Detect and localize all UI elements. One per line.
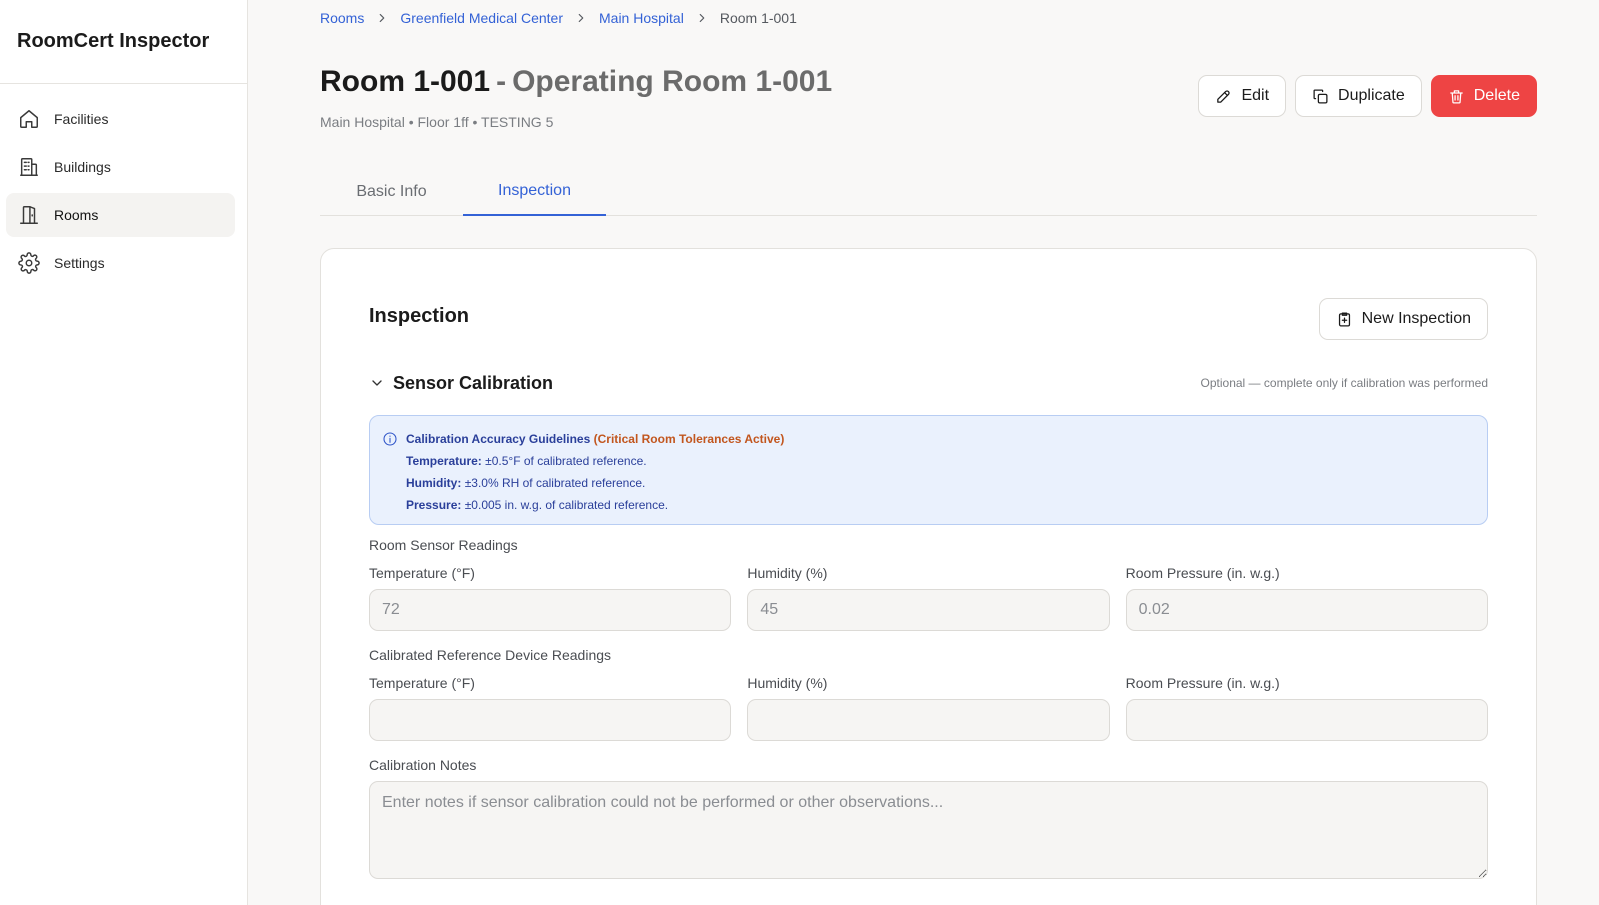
room-pressure-input[interactable]: [1125, 589, 1488, 631]
door-icon: [20, 206, 38, 224]
guideline-humidity: Humidity: ±3.0% RH of calibrated referen…: [406, 472, 1473, 494]
header-actions: Edit Duplicate Delete: [1198, 75, 1537, 117]
ref-humidity-field: Humidity (%): [747, 675, 1110, 741]
field-label: Temperature (°F): [369, 565, 475, 581]
chevron-right-icon: [578, 13, 584, 23]
edit-button[interactable]: Edit: [1198, 75, 1287, 117]
building-icon: [20, 158, 38, 176]
guideline-label: Pressure:: [406, 498, 462, 512]
section-title: Sensor Calibration: [393, 372, 554, 393]
delete-label: Delete: [1473, 87, 1520, 104]
guideline-text: ±0.005 in. w.g. of calibrated reference.: [464, 498, 669, 512]
breadcrumb-current: Room 1-001: [719, 10, 797, 26]
sidebar-item-settings[interactable]: Settings: [6, 241, 235, 285]
sidebar-item-facilities[interactable]: Facilities: [6, 97, 235, 141]
section-hint: Optional — complete only if calibration …: [1200, 376, 1488, 390]
field-label: Room Pressure (in. w.g.): [1125, 565, 1280, 581]
guideline-text: ±0.5°F of calibrated reference.: [485, 454, 647, 468]
reference-humidity-input[interactable]: [747, 699, 1110, 741]
sensor-calibration-header: Sensor Calibration Optional — complete o…: [369, 371, 1488, 395]
inspection-title: Inspection: [369, 305, 470, 327]
guideline-text: ±3.0% RH of calibrated reference.: [464, 476, 646, 490]
field-label: Humidity (%): [747, 675, 828, 691]
room-humidity-input[interactable]: [747, 589, 1110, 631]
chevron-right-icon: [699, 13, 705, 23]
field-label: Room Pressure (in. w.g.): [1125, 675, 1280, 691]
guidelines-heading: Calibration Accuracy Guidelines (Critica…: [406, 428, 1473, 450]
info-icon: [383, 432, 397, 446]
tab-bar: Basic Info Inspection: [320, 168, 1537, 216]
title-separator: -: [496, 65, 507, 98]
field-label: Temperature (°F): [369, 675, 475, 691]
guideline-label: Humidity:: [406, 476, 462, 490]
main-content: Rooms Greenfield Medical Center Main Hos…: [248, 0, 1599, 905]
reference-temperature-input[interactable]: [369, 699, 732, 741]
critical-badge: (Critical Room Tolerances Active): [593, 432, 785, 446]
sidebar-item-buildings[interactable]: Buildings: [6, 145, 235, 189]
page-title: Room 1-001- Operating Room 1-001: [320, 64, 832, 100]
field-label: Humidity (%): [747, 565, 828, 581]
gear-icon: [18, 252, 40, 274]
ref-pressure-field: Room Pressure (in. w.g.): [1125, 675, 1488, 741]
calibration-guidelines: Calibration Accuracy Guidelines (Critica…: [369, 415, 1488, 525]
breadcrumb-facility[interactable]: Greenfield Medical Center: [400, 10, 563, 26]
edit-label: Edit: [1241, 87, 1270, 104]
room-name: Operating Room 1-001: [512, 65, 833, 98]
reference-readings-grid: Temperature (°F) Humidity (%) Room Press…: [369, 675, 1488, 741]
sidebar-item-label: Settings: [54, 255, 105, 271]
reference-pressure-input[interactable]: [1125, 699, 1488, 741]
sidebar-item-label: Buildings: [54, 159, 111, 175]
sidebar: RoomCert Inspector Facilities Buildings …: [0, 0, 248, 905]
guideline-label: Temperature:: [406, 454, 482, 468]
room-code: Room 1-001: [320, 65, 491, 98]
breadcrumb: Rooms Greenfield Medical Center Main Hos…: [320, 9, 797, 27]
sidebar-item-rooms[interactable]: Rooms: [6, 193, 235, 237]
inspection-card: Inspection New Inspection Sensor Calibra…: [320, 248, 1537, 905]
ref-temp-field: Temperature (°F): [369, 675, 732, 741]
guidelines-title: Calibration Accuracy Guidelines: [406, 432, 591, 446]
duplicate-button[interactable]: Duplicate: [1295, 75, 1422, 117]
duplicate-label: Duplicate: [1338, 87, 1405, 104]
clipboard-plus-icon: [1338, 311, 1350, 327]
room-pressure-field: Room Pressure (in. w.g.): [1125, 565, 1488, 631]
breadcrumb-rooms[interactable]: Rooms: [320, 10, 364, 26]
copy-icon: [1313, 88, 1328, 104]
sidebar-nav: Facilities Buildings Rooms Settings: [0, 84, 247, 285]
new-inspection-button[interactable]: New Inspection: [1318, 298, 1488, 340]
chevron-down-icon[interactable]: [369, 375, 385, 391]
tab-inspection[interactable]: Inspection: [463, 168, 606, 216]
room-readings-grid: Temperature (°F) Humidity (%) Room Press…: [369, 565, 1488, 631]
chevron-right-icon: [380, 13, 385, 23]
guideline-pressure: Pressure: ±0.005 in. w.g. of calibrated …: [406, 494, 1473, 516]
app-title: RoomCert Inspector: [0, 0, 247, 84]
room-subtitle: Main Hospital • Floor 1ff • TESTING 5: [320, 114, 554, 130]
new-inspection-label: New Inspection: [1361, 310, 1471, 327]
calibration-notes-textarea[interactable]: [369, 781, 1488, 879]
delete-button[interactable]: Delete: [1430, 75, 1537, 117]
room-temperature-input[interactable]: [369, 589, 732, 631]
reference-readings-label: Calibrated Reference Device Readings: [369, 647, 612, 663]
room-humidity-field: Humidity (%): [747, 565, 1110, 631]
trash-icon: [1449, 89, 1463, 104]
home-icon: [20, 110, 38, 128]
room-readings-label: Room Sensor Readings: [369, 537, 518, 553]
pencil-icon: [1217, 89, 1231, 103]
breadcrumb-building[interactable]: Main Hospital: [599, 10, 684, 26]
tab-basic-info[interactable]: Basic Info: [320, 168, 463, 216]
sidebar-item-label: Rooms: [54, 207, 99, 223]
room-temp-field: Temperature (°F): [369, 565, 732, 631]
calibration-notes-label: Calibration Notes: [369, 757, 477, 773]
guideline-temperature: Temperature: ±0.5°F of calibrated refere…: [406, 450, 1473, 472]
sidebar-item-label: Facilities: [54, 111, 109, 127]
